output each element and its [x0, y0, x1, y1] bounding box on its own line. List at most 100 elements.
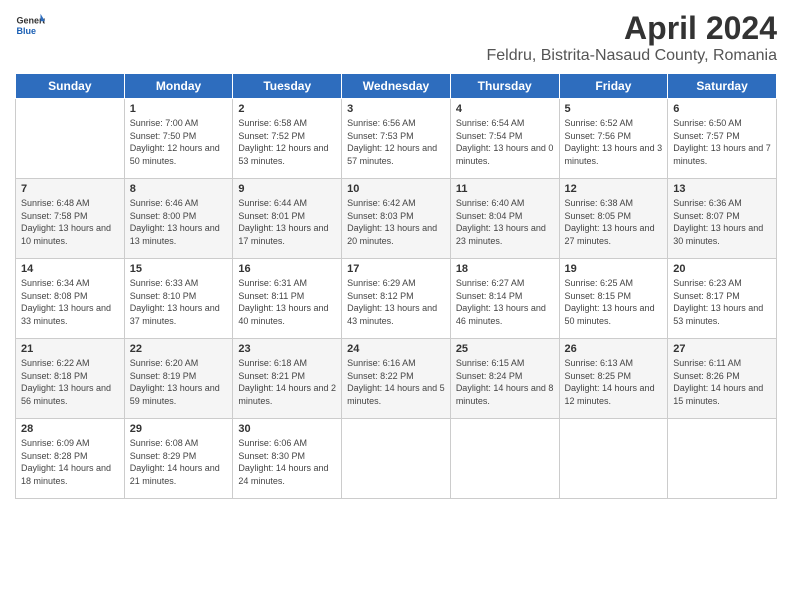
day-number: 12 — [565, 183, 663, 195]
calendar-cell: 15 Sunrise: 6:33 AM Sunset: 8:10 PM Dayli… — [124, 259, 233, 339]
calendar-week-row-1: 7 Sunrise: 6:48 AM Sunset: 7:58 PM Daylig… — [16, 179, 777, 259]
cell-content: Sunrise: 6:18 AM Sunset: 8:21 PM Dayligh… — [238, 357, 336, 407]
calendar-cell: 18 Sunrise: 6:27 AM Sunset: 8:14 PM Dayli… — [450, 259, 559, 339]
day-number: 25 — [456, 343, 554, 355]
calendar-week-row-4: 28Sunrise: 6:09 AM Sunset: 8:28 PM Dayli… — [16, 419, 777, 499]
calendar-cell — [450, 419, 559, 499]
logo: General Blue — [15, 10, 45, 40]
cell-content: Sunrise: 6:42 AM Sunset: 8:03 PM Dayligh… — [347, 197, 445, 247]
cell-content: Sunrise: 6:31 AM Sunset: 8:11 PM Dayligh… — [238, 277, 336, 327]
day-number: 8 — [130, 183, 228, 195]
cell-content: Sunrise: 6:36 AM Sunset: 8:07 PM Dayligh… — [673, 197, 771, 247]
cell-content: Sunrise: 6:25 AM Sunset: 8:15 PM Dayligh… — [565, 277, 663, 327]
calendar-cell: 3 Sunrise: 6:56 AM Sunset: 7:53 PM Daylig… — [342, 99, 451, 179]
cell-content: Sunrise: 6:27 AM Sunset: 8:14 PM Dayligh… — [456, 277, 554, 327]
cell-content: Sunrise: 6:44 AM Sunset: 8:01 PM Dayligh… — [238, 197, 336, 247]
calendar-cell — [668, 419, 777, 499]
day-number: 15 — [130, 263, 228, 275]
day-number: 14 — [21, 263, 119, 275]
calendar-cell: 1 Sunrise: 7:00 AM Sunset: 7:50 PM Daylig… — [124, 99, 233, 179]
cell-content: Sunrise: 6:15 AM Sunset: 8:24 PM Dayligh… — [456, 357, 554, 407]
logo-icon: General Blue — [15, 10, 45, 40]
calendar-cell: 5 Sunrise: 6:52 AM Sunset: 7:56 PM Daylig… — [559, 99, 668, 179]
day-number: 22 — [130, 343, 228, 355]
calendar-cell: 24Sunrise: 6:16 AM Sunset: 8:22 PM Dayli… — [342, 339, 451, 419]
calendar-cell: 6 Sunrise: 6:50 AM Sunset: 7:57 PM Daylig… — [668, 99, 777, 179]
calendar-cell: 23 Sunrise: 6:18 AM Sunset: 8:21 PM Dayli… — [233, 339, 342, 419]
day-number: 27 — [673, 343, 771, 355]
calendar-cell: 22 Sunrise: 6:20 AM Sunset: 8:19 PM Dayli… — [124, 339, 233, 419]
calendar-cell: 16Sunrise: 6:31 AM Sunset: 8:11 PM Dayli… — [233, 259, 342, 339]
calendar-cell: 12 Sunrise: 6:38 AM Sunset: 8:05 PM Dayli… — [559, 179, 668, 259]
subtitle: Feldru, Bistrita-Nasaud County, Romania — [487, 47, 778, 65]
calendar-week-row-3: 21Sunrise: 6:22 AM Sunset: 8:18 PM Dayli… — [16, 339, 777, 419]
calendar-cell: 2 Sunrise: 6:58 AM Sunset: 7:52 PM Daylig… — [233, 99, 342, 179]
day-number: 2 — [238, 103, 336, 115]
calendar-cell: 8 Sunrise: 6:46 AM Sunset: 8:00 PM Daylig… — [124, 179, 233, 259]
cell-content: Sunrise: 6:29 AM Sunset: 8:12 PM Dayligh… — [347, 277, 445, 327]
calendar-cell: 13Sunrise: 6:36 AM Sunset: 8:07 PM Dayli… — [668, 179, 777, 259]
cell-content: Sunrise: 6:54 AM Sunset: 7:54 PM Dayligh… — [456, 117, 554, 167]
cell-content: Sunrise: 6:16 AM Sunset: 8:22 PM Dayligh… — [347, 357, 445, 407]
day-number: 6 — [673, 103, 771, 115]
day-number: 1 — [130, 103, 228, 115]
cell-content: Sunrise: 6:52 AM Sunset: 7:56 PM Dayligh… — [565, 117, 663, 167]
calendar-cell: 11 Sunrise: 6:40 AM Sunset: 8:04 PM Dayli… — [450, 179, 559, 259]
cell-content: Sunrise: 6:34 AM Sunset: 8:08 PM Dayligh… — [21, 277, 119, 327]
cell-content: Sunrise: 6:50 AM Sunset: 7:57 PM Dayligh… — [673, 117, 771, 167]
cell-content: Sunrise: 6:38 AM Sunset: 8:05 PM Dayligh… — [565, 197, 663, 247]
calendar-header-row: Sunday Monday Tuesday Wednesday Thursday… — [16, 74, 777, 99]
day-number: 7 — [21, 183, 119, 195]
calendar-cell: 17 Sunrise: 6:29 AM Sunset: 8:12 PM Dayli… — [342, 259, 451, 339]
cell-content: Sunrise: 7:00 AM Sunset: 7:50 PM Dayligh… — [130, 117, 228, 167]
calendar-cell: 30 Sunrise: 6:06 AM Sunset: 8:30 PM Dayli… — [233, 419, 342, 499]
col-thursday: Thursday — [450, 74, 559, 99]
col-wednesday: Wednesday — [342, 74, 451, 99]
calendar-table: Sunday Monday Tuesday Wednesday Thursday… — [15, 73, 777, 499]
day-number: 5 — [565, 103, 663, 115]
cell-content: Sunrise: 6:40 AM Sunset: 8:04 PM Dayligh… — [456, 197, 554, 247]
cell-content: Sunrise: 6:06 AM Sunset: 8:30 PM Dayligh… — [238, 437, 336, 487]
day-number: 9 — [238, 183, 336, 195]
day-number: 11 — [456, 183, 554, 195]
col-friday: Friday — [559, 74, 668, 99]
day-number: 26 — [565, 343, 663, 355]
day-number: 30 — [238, 423, 336, 435]
cell-content: Sunrise: 6:46 AM Sunset: 8:00 PM Dayligh… — [130, 197, 228, 247]
day-number: 17 — [347, 263, 445, 275]
cell-content: Sunrise: 6:56 AM Sunset: 7:53 PM Dayligh… — [347, 117, 445, 167]
cell-content: Sunrise: 6:58 AM Sunset: 7:52 PM Dayligh… — [238, 117, 336, 167]
main-title: April 2024 — [487, 10, 778, 47]
calendar-cell: 27Sunrise: 6:11 AM Sunset: 8:26 PM Dayli… — [668, 339, 777, 419]
cell-content: Sunrise: 6:48 AM Sunset: 7:58 PM Dayligh… — [21, 197, 119, 247]
calendar-cell — [342, 419, 451, 499]
calendar-cell: 20Sunrise: 6:23 AM Sunset: 8:17 PM Dayli… — [668, 259, 777, 339]
calendar-week-row-2: 14 Sunrise: 6:34 AM Sunset: 8:08 PM Dayli… — [16, 259, 777, 339]
calendar-cell: 7 Sunrise: 6:48 AM Sunset: 7:58 PM Daylig… — [16, 179, 125, 259]
cell-content: Sunrise: 6:33 AM Sunset: 8:10 PM Dayligh… — [130, 277, 228, 327]
day-number: 10 — [347, 183, 445, 195]
calendar-cell: 14 Sunrise: 6:34 AM Sunset: 8:08 PM Dayli… — [16, 259, 125, 339]
col-sunday: Sunday — [16, 74, 125, 99]
calendar-cell: 19 Sunrise: 6:25 AM Sunset: 8:15 PM Dayli… — [559, 259, 668, 339]
calendar-cell — [16, 99, 125, 179]
day-number: 29 — [130, 423, 228, 435]
title-section: April 2024 Feldru, Bistrita-Nasaud Count… — [487, 10, 778, 65]
col-tuesday: Tuesday — [233, 74, 342, 99]
calendar-week-row-0: 1 Sunrise: 7:00 AM Sunset: 7:50 PM Daylig… — [16, 99, 777, 179]
header: General Blue April 2024 Feldru, Bistrita… — [15, 10, 777, 65]
calendar-cell: 28Sunrise: 6:09 AM Sunset: 8:28 PM Dayli… — [16, 419, 125, 499]
day-number: 18 — [456, 263, 554, 275]
cell-content: Sunrise: 6:20 AM Sunset: 8:19 PM Dayligh… — [130, 357, 228, 407]
calendar-cell: 29 Sunrise: 6:08 AM Sunset: 8:29 PM Dayli… — [124, 419, 233, 499]
page-container: General Blue April 2024 Feldru, Bistrita… — [0, 0, 792, 504]
day-number: 19 — [565, 263, 663, 275]
day-number: 23 — [238, 343, 336, 355]
calendar-cell: 10 Sunrise: 6:42 AM Sunset: 8:03 PM Dayli… — [342, 179, 451, 259]
calendar-cell: 4Sunrise: 6:54 AM Sunset: 7:54 PM Daylig… — [450, 99, 559, 179]
day-number: 3 — [347, 103, 445, 115]
cell-content: Sunrise: 6:23 AM Sunset: 8:17 PM Dayligh… — [673, 277, 771, 327]
cell-content: Sunrise: 6:08 AM Sunset: 8:29 PM Dayligh… — [130, 437, 228, 487]
calendar-cell: 26Sunrise: 6:13 AM Sunset: 8:25 PM Dayli… — [559, 339, 668, 419]
day-number: 28 — [21, 423, 119, 435]
